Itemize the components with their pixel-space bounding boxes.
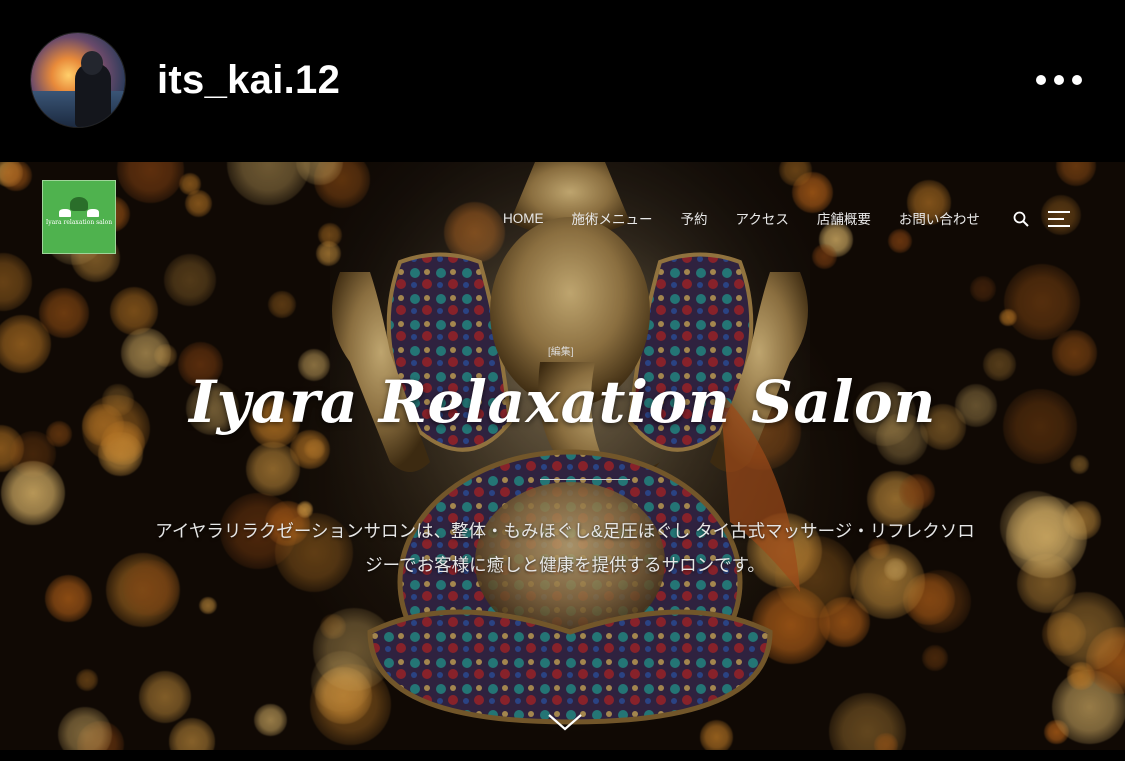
title-divider xyxy=(540,479,630,480)
site-tagline: アイヤラリラクゼーションサロンは、整体・もみほぐし&足圧ほぐし タイ古式マッサー… xyxy=(140,514,990,582)
site-logo[interactable]: Iyara relaxation salon xyxy=(42,180,116,254)
nav-item-access[interactable]: アクセス xyxy=(736,208,789,228)
hero-dim-overlay xyxy=(0,162,1125,750)
nav-item-home[interactable]: HOME xyxy=(503,211,544,226)
bottom-divider xyxy=(0,750,1125,761)
site-title: Iyara Relaxation Salon xyxy=(189,368,936,436)
elephant-icon xyxy=(59,209,99,217)
site-nav: HOME 施術メニュー 予約 アクセス 店舗概要 お問い合わせ xyxy=(503,208,980,228)
nav-item-menu[interactable]: 施術メニュー xyxy=(572,208,653,228)
tagline-line-2: ジーでお客様に癒しと健康を提供するサロンです。 xyxy=(365,555,765,575)
nav-item-contact[interactable]: お問い合わせ xyxy=(899,208,980,228)
tagline-line-1: アイヤラリラクゼーションサロンは、整体・もみほぐし&足圧ほぐし タイ古式マッサー… xyxy=(155,521,975,541)
edit-link[interactable]: [編集] xyxy=(548,343,574,358)
post-header: its_kai.12 xyxy=(0,0,1125,162)
avatar[interactable] xyxy=(31,33,125,127)
more-horizontal-icon[interactable] xyxy=(1036,72,1082,88)
username[interactable]: its_kai.12 xyxy=(157,58,340,103)
website-hero: Iyara relaxation salon HOME 施術メニュー 予約 アク… xyxy=(0,162,1125,750)
search-icon[interactable] xyxy=(1013,211,1029,227)
logo-text: Iyara relaxation salon xyxy=(45,219,113,226)
chevron-down-icon[interactable] xyxy=(547,712,583,732)
avatar-head xyxy=(81,51,103,75)
nav-item-reservation[interactable]: 予約 xyxy=(681,208,708,228)
nav-item-store-info[interactable]: 店舗概要 xyxy=(817,208,871,228)
hamburger-menu-icon[interactable] xyxy=(1048,210,1070,228)
